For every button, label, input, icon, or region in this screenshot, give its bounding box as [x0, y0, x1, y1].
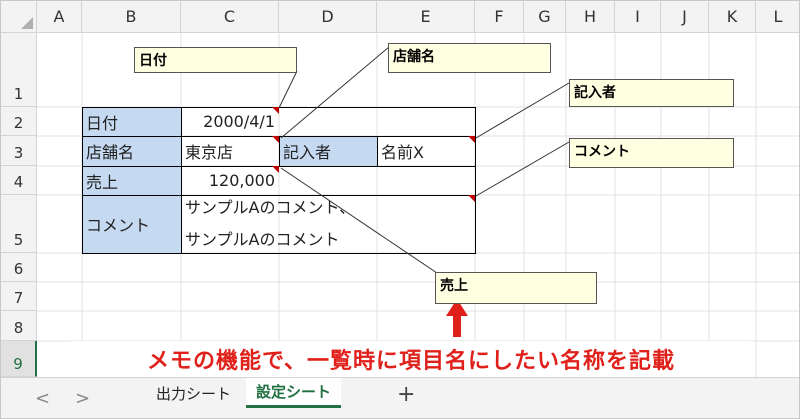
memo-writer[interactable]: 記入者: [569, 79, 734, 107]
annotation-banner: メモの機能で、一覧時に項目名にしたい名称を記載: [71, 341, 751, 377]
comment-marker-c5-icon[interactable]: [468, 195, 475, 202]
tab-output-sheet[interactable]: 出力シート: [146, 378, 241, 408]
spreadsheet-window: A B C D E F G H I J K L 1 2 3 4 5 6 7 8 …: [0, 0, 800, 419]
sheet-tab-bar: < > 出力シート 設定シート +: [1, 377, 799, 418]
next-sheet-chevron-right-icon[interactable]: >: [75, 388, 90, 409]
tab-settings-sheet[interactable]: 設定シート: [246, 378, 341, 408]
comment-marker-c4-icon[interactable]: [272, 166, 279, 173]
comment-marker-c2-icon[interactable]: [272, 107, 279, 114]
add-sheet-plus-icon[interactable]: +: [397, 382, 415, 407]
up-arrow-icon: [446, 299, 468, 337]
memo-sales[interactable]: 売上: [435, 272, 597, 304]
memo-store[interactable]: 店舗名: [388, 43, 551, 73]
memo-date[interactable]: 日付: [134, 47, 297, 73]
prev-sheet-chevron-left-icon[interactable]: <: [35, 388, 50, 409]
comment-marker-c3-icon[interactable]: [272, 136, 279, 143]
comment-marker-e3-icon[interactable]: [468, 136, 475, 143]
memo-comment[interactable]: コメント: [569, 138, 734, 168]
